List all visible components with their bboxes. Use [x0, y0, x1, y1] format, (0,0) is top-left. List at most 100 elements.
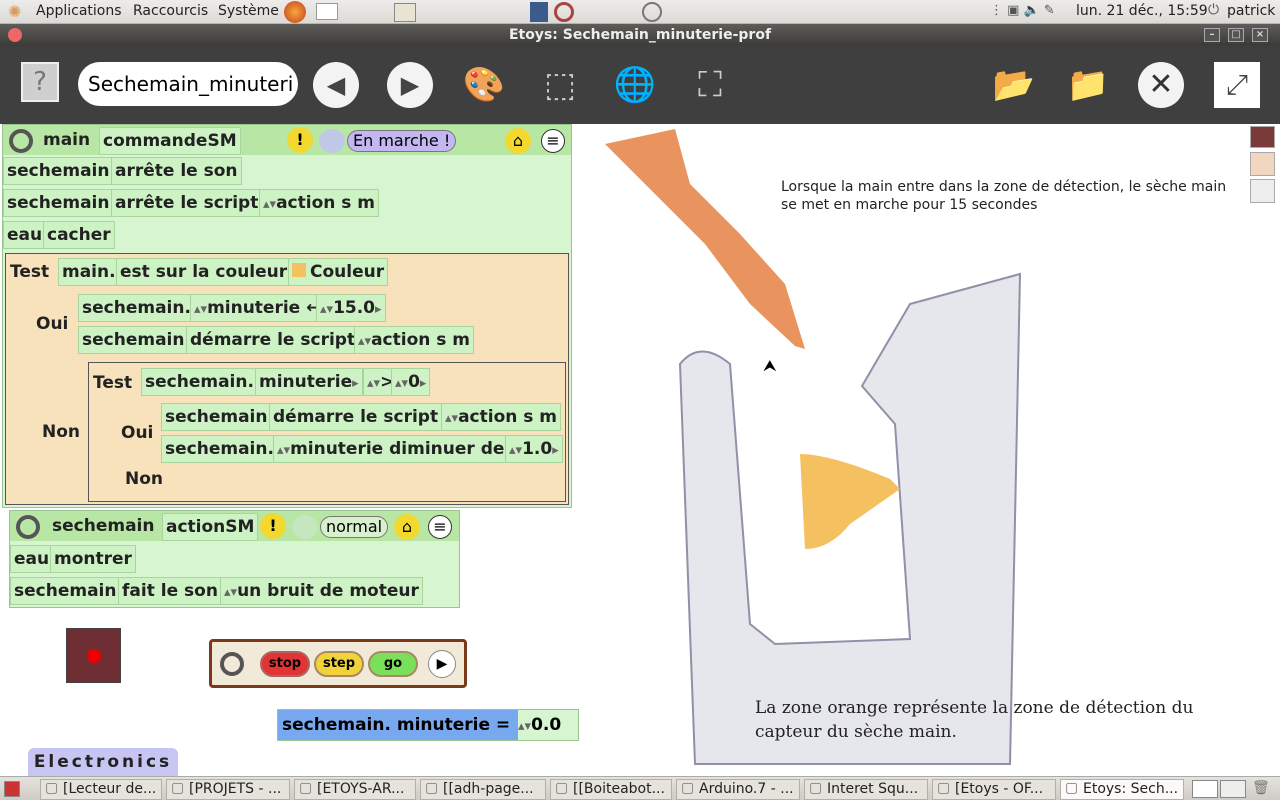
- tile-color[interactable]: Couleur: [288, 258, 389, 286]
- tile-value[interactable]: ▴▾15.0▸: [316, 294, 386, 322]
- script-commandesm[interactable]: main commandeSM ! En marche ! ⌂ ≡ sechem…: [2, 124, 572, 508]
- expand-icon[interactable]: ▶: [428, 650, 456, 678]
- tile-command[interactable]: arrête le son: [111, 157, 242, 185]
- virtualbox-icon[interactable]: [530, 2, 548, 22]
- tile-attribute[interactable]: minuterie▸: [255, 368, 363, 396]
- script-name[interactable]: commandeSM: [99, 127, 241, 155]
- taskbar-item[interactable]: [Etoys - OF...: [932, 779, 1056, 800]
- taskbar-item[interactable]: [[Boiteabot...: [550, 779, 672, 800]
- tile-argument[interactable]: ▴▾action s m: [354, 326, 475, 354]
- quit-button[interactable]: ✕: [1138, 62, 1184, 108]
- tile-argument[interactable]: ▴▾un bruit de moteur: [220, 577, 423, 605]
- tile-condition[interactable]: est sur la couleur: [116, 258, 292, 286]
- tile-object[interactable]: sechemain: [3, 189, 114, 217]
- files-icon[interactable]: [394, 3, 416, 22]
- etoys-world[interactable]: ⮝ Lorsque la main entre dans la zone de …: [0, 124, 1280, 776]
- clock-icon[interactable]: [319, 129, 345, 153]
- all-scripts-controls[interactable]: stop step go ▶: [209, 639, 467, 688]
- workspace-1[interactable]: [1192, 780, 1218, 798]
- step-button[interactable]: step: [314, 651, 364, 677]
- viewer-icon[interactable]: ⌂: [394, 514, 420, 540]
- tile-value[interactable]: ▴▾0▸: [391, 368, 431, 396]
- script-menu-icon[interactable]: ≡: [541, 129, 565, 153]
- tile-object[interactable]: eau: [3, 221, 47, 249]
- tile-object[interactable]: eau: [10, 545, 54, 573]
- taskbar-item[interactable]: [PROJETS - ...: [166, 779, 290, 800]
- tile-value[interactable]: ▴▾1.0▸: [505, 435, 563, 463]
- menu-systeme[interactable]: Système: [218, 3, 279, 19]
- workspace-2[interactable]: [1220, 780, 1246, 798]
- script-status[interactable]: En marche !: [347, 130, 457, 152]
- stop-button[interactable]: stop: [260, 651, 310, 677]
- flap-tab-1[interactable]: [1250, 126, 1275, 148]
- flap-tab-3[interactable]: [1250, 179, 1275, 203]
- fullscreen-frame-icon[interactable]: ⛶: [686, 62, 734, 108]
- test-block-inner[interactable]: Test sechemain. minuterie▸ ▴▾> ▴▾0▸ Oui …: [88, 362, 566, 502]
- tile-command[interactable]: arrête le script: [111, 189, 263, 217]
- tile-command[interactable]: cacher: [43, 221, 115, 249]
- taskbar-item[interactable]: Interet Squ...: [804, 779, 928, 800]
- taskbar-item[interactable]: [ETOYS-AR...: [294, 779, 416, 800]
- taskbar-item[interactable]: Arduino.7 - ...: [676, 779, 800, 800]
- menu-applications[interactable]: Applications: [36, 3, 122, 19]
- script-toggle-icon[interactable]: [9, 129, 33, 153]
- tile-object[interactable]: sechemain: [10, 577, 121, 605]
- tile-command[interactable]: fait le son: [118, 577, 222, 605]
- viewer-icon[interactable]: ⌂: [505, 128, 531, 154]
- save-project-icon[interactable]: 📁: [1064, 62, 1112, 108]
- fire-button-icon[interactable]: !: [260, 513, 286, 539]
- previous-page-button[interactable]: ◀: [313, 62, 359, 108]
- tile-object[interactable]: sechemain: [78, 326, 189, 354]
- mail-icon[interactable]: [316, 3, 338, 20]
- firefox-icon[interactable]: [284, 1, 306, 23]
- tile-command[interactable]: démarre le script: [269, 403, 443, 431]
- window-titlebar[interactable]: Etoys: Sechemain_minuterie-prof – □ ×: [0, 24, 1280, 46]
- language-icon[interactable]: 🌐: [611, 62, 659, 108]
- test-block-outer[interactable]: Test main. est sur la couleur Couleur Ou…: [5, 253, 569, 505]
- go-button[interactable]: go: [368, 651, 418, 677]
- tile-object[interactable]: main.: [58, 258, 120, 286]
- tile-command[interactable]: démarre le script: [186, 326, 360, 354]
- tile-command[interactable]: ▴▾minuterie diminuer de: [273, 435, 509, 463]
- clock[interactable]: lun. 21 déc., 15:59: [1076, 3, 1208, 19]
- tile-object[interactable]: sechemain: [161, 403, 272, 431]
- watcher-value[interactable]: ▴▾0.0: [518, 712, 561, 740]
- supplies-icon[interactable]: ⬚: [536, 62, 584, 108]
- sync-icon[interactable]: [554, 2, 574, 22]
- menu-raccourcis[interactable]: Raccourcis: [133, 3, 208, 19]
- tile-object[interactable]: sechemain.: [78, 294, 195, 322]
- tile-argument[interactable]: ▴▾action s m: [259, 189, 380, 217]
- next-page-button[interactable]: ▶: [387, 62, 433, 108]
- script-menu-icon[interactable]: ≡: [428, 515, 452, 539]
- minuterie-watcher[interactable]: sechemain. minuterie = ▴▾0.0: [277, 709, 579, 741]
- fire-button-icon[interactable]: !: [287, 127, 313, 153]
- hand-drawing[interactable]: [605, 129, 805, 349]
- close-window-icon[interactable]: ×: [1252, 28, 1268, 42]
- tile-command[interactable]: montrer: [50, 545, 136, 573]
- color-swatch[interactable]: [292, 263, 306, 277]
- controls-toggle-icon[interactable]: [220, 652, 244, 676]
- tile-argument[interactable]: ▴▾action s m: [441, 403, 562, 431]
- script-actionsm[interactable]: sechemain actionSM ! normal ⌂ ≡ eau mont…: [9, 510, 460, 608]
- zoom-button[interactable]: ⤢: [1214, 62, 1260, 108]
- tray-icons[interactable]: ⋮ ▣ 🔈 ✎: [990, 3, 1055, 18]
- paint-icon[interactable]: 🎨: [460, 62, 508, 108]
- minimize-icon[interactable]: –: [1204, 28, 1220, 42]
- tile-attribute[interactable]: ▴▾minuterie ←: [190, 294, 325, 322]
- power-icon[interactable]: ⏻: [1208, 2, 1219, 18]
- tile-object[interactable]: sechemain.: [161, 435, 278, 463]
- user-name[interactable]: patrick: [1227, 3, 1275, 19]
- help-button[interactable]: ?: [21, 62, 59, 102]
- taskbar-item-active[interactable]: Etoys: Sech...: [1060, 779, 1184, 800]
- description-text[interactable]: Lorsque la main entre dans la zone de dé…: [781, 178, 1241, 214]
- trash-icon[interactable]: 🗑: [1252, 780, 1270, 798]
- maximize-icon[interactable]: □: [1228, 28, 1244, 42]
- tile-object[interactable]: sechemain: [3, 157, 114, 185]
- disk-icon[interactable]: [642, 2, 662, 22]
- clock-icon[interactable]: [292, 515, 318, 539]
- tile-object[interactable]: sechemain.: [141, 368, 258, 396]
- detection-zone[interactable]: [800, 454, 900, 549]
- load-project-icon[interactable]: 📂: [990, 62, 1038, 108]
- show-desktop-icon[interactable]: [4, 781, 20, 797]
- electronics-flap-tab[interactable]: Electronics: [28, 748, 178, 776]
